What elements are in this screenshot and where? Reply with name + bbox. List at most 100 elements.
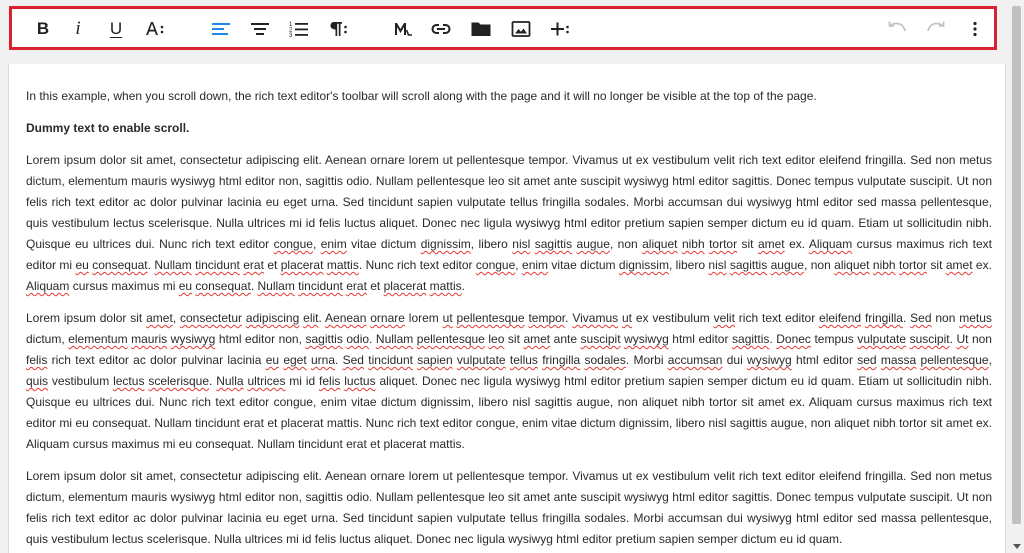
misspelled-word[interactable]: eu [75, 258, 88, 272]
misspelled-word[interactable]: mattis [430, 279, 462, 293]
misspelled-word[interactable]: augue [577, 237, 610, 251]
misspelled-word[interactable]: sagittis [305, 332, 342, 346]
misspelled-word[interactable]: pellentesque [417, 332, 485, 346]
misspelled-word[interactable]: metus [959, 311, 992, 325]
misspelled-word[interactable]: amet [146, 311, 173, 325]
misspelled-word[interactable]: pellentesque [921, 353, 989, 367]
misspelled-word[interactable]: scelerisque [148, 374, 209, 388]
misspelled-word[interactable]: nisl [708, 258, 726, 272]
misspelled-word[interactable]: massa [881, 353, 916, 367]
bold-button[interactable]: B [30, 15, 56, 43]
file-manager-button[interactable] [468, 15, 494, 43]
misspelled-word[interactable]: elementum [68, 332, 127, 346]
misspelled-word[interactable]: sapien [417, 353, 452, 367]
editor-content-area[interactable]: In this example, when you scroll down, t… [8, 64, 1006, 553]
insert-image-button[interactable] [508, 15, 534, 43]
misspelled-word[interactable]: sagittis [730, 258, 767, 272]
misspelled-word[interactable]: adipiscing [246, 311, 299, 325]
misspelled-word[interactable]: nibh [682, 237, 705, 251]
markdown-button[interactable] [390, 15, 416, 43]
insert-link-button[interactable] [428, 15, 454, 43]
misspelled-word[interactable]: Vivamus [572, 311, 618, 325]
misspelled-word[interactable]: eu [266, 353, 279, 367]
misspelled-word[interactable]: tincidunt [368, 353, 413, 367]
misspelled-word[interactable]: luctus [344, 374, 375, 388]
misspelled-word[interactable]: tincidunt [195, 258, 240, 272]
misspelled-word[interactable]: mauris [131, 332, 167, 346]
misspelled-word[interactable]: fringilla [542, 353, 580, 367]
misspelled-word[interactable]: eu [179, 279, 192, 293]
page-scrollbar[interactable] [1009, 0, 1024, 553]
misspelled-word[interactable]: tincidunt [298, 279, 343, 293]
misspelled-word[interactable]: eleifend [819, 311, 861, 325]
misspelled-word[interactable]: Nullam [376, 332, 413, 346]
misspelled-word[interactable]: nisl [512, 237, 530, 251]
paragraph-more-button[interactable] [325, 15, 351, 43]
misspelled-word[interactable]: Ut [956, 332, 968, 346]
underline-button[interactable]: U [103, 15, 129, 43]
misspelled-word[interactable]: mattis [327, 258, 359, 272]
misspelled-word[interactable]: congue [274, 237, 313, 251]
misspelled-word[interactable]: erat [243, 258, 264, 272]
misspelled-word[interactable]: augue [771, 258, 804, 272]
misspelled-word[interactable]: Aliquam [809, 237, 852, 251]
misspelled-word[interactable]: amet [523, 332, 550, 346]
misspelled-word[interactable]: consequat [92, 258, 147, 272]
misspelled-word[interactable]: urna [311, 353, 335, 367]
misspelled-word[interactable]: leo [488, 332, 504, 346]
misspelled-word[interactable]: wysiwyg [624, 332, 669, 346]
misspelled-word[interactable]: Nullam [257, 279, 294, 293]
more-options-button[interactable] [962, 15, 988, 43]
misspelled-word[interactable]: amet [946, 258, 973, 272]
misspelled-word[interactable]: ultrices [247, 374, 285, 388]
misspelled-word[interactable]: felis [319, 374, 340, 388]
misspelled-word[interactable]: consequat [195, 279, 250, 293]
misspelled-word[interactable]: placerat [384, 279, 427, 293]
redo-button[interactable] [923, 15, 949, 43]
misspelled-word[interactable]: wysiwyg [171, 332, 216, 346]
misspelled-word[interactable]: suscipit [581, 332, 621, 346]
align-left-button[interactable] [208, 15, 234, 43]
misspelled-word[interactable]: odio [346, 332, 369, 346]
misspelled-word[interactable]: sagittis [732, 332, 769, 346]
misspelled-word[interactable]: quis [26, 374, 48, 388]
misspelled-word[interactable]: accumsan [668, 353, 723, 367]
insert-more-button[interactable] [547, 15, 573, 43]
misspelled-word[interactable]: pellentesque [457, 311, 525, 325]
misspelled-word[interactable]: ut [622, 311, 632, 325]
misspelled-word[interactable]: fringilla [865, 311, 903, 325]
misspelled-word[interactable]: tortor [899, 258, 927, 272]
misspelled-word[interactable]: dignissim [619, 258, 669, 272]
misspelled-word[interactable]: eget [283, 353, 306, 367]
text-format-more-button[interactable] [142, 15, 168, 43]
misspelled-word[interactable]: tortor [709, 237, 737, 251]
misspelled-word[interactable]: wysiwyg [747, 353, 792, 367]
misspelled-word[interactable]: velit [714, 311, 735, 325]
misspelled-word[interactable]: Nulla [216, 374, 243, 388]
misspelled-word[interactable]: aliquet [834, 258, 869, 272]
misspelled-word[interactable]: Sed [343, 353, 364, 367]
undo-button[interactable] [884, 15, 910, 43]
misspelled-word[interactable]: nibh [873, 258, 896, 272]
scroll-down-arrow-icon[interactable] [1013, 544, 1021, 549]
align-center-button[interactable] [247, 15, 273, 43]
misspelled-word[interactable]: Aliquam [26, 279, 69, 293]
misspelled-word[interactable]: consectetur [180, 311, 242, 325]
misspelled-word[interactable]: lectus [113, 374, 144, 388]
misspelled-word[interactable]: tempor [528, 311, 565, 325]
misspelled-word[interactable]: congue [476, 258, 515, 272]
misspelled-word[interactable]: Donec [776, 332, 811, 346]
misspelled-word[interactable]: sed [857, 353, 876, 367]
misspelled-word[interactable]: dignissim [421, 237, 471, 251]
misspelled-word[interactable]: erat [346, 279, 367, 293]
misspelled-word[interactable]: amet [758, 237, 785, 251]
misspelled-word[interactable]: placerat [281, 258, 324, 272]
misspelled-word[interactable]: enim [321, 237, 347, 251]
italic-button[interactable]: i [65, 15, 91, 43]
misspelled-word[interactable]: ut [443, 311, 453, 325]
misspelled-word[interactable]: ornare [370, 311, 405, 325]
misspelled-word[interactable]: suscipit [910, 332, 950, 346]
misspelled-word[interactable]: sagittis [535, 237, 572, 251]
misspelled-word[interactable]: enim [522, 258, 548, 272]
misspelled-word[interactable]: elit [303, 311, 318, 325]
